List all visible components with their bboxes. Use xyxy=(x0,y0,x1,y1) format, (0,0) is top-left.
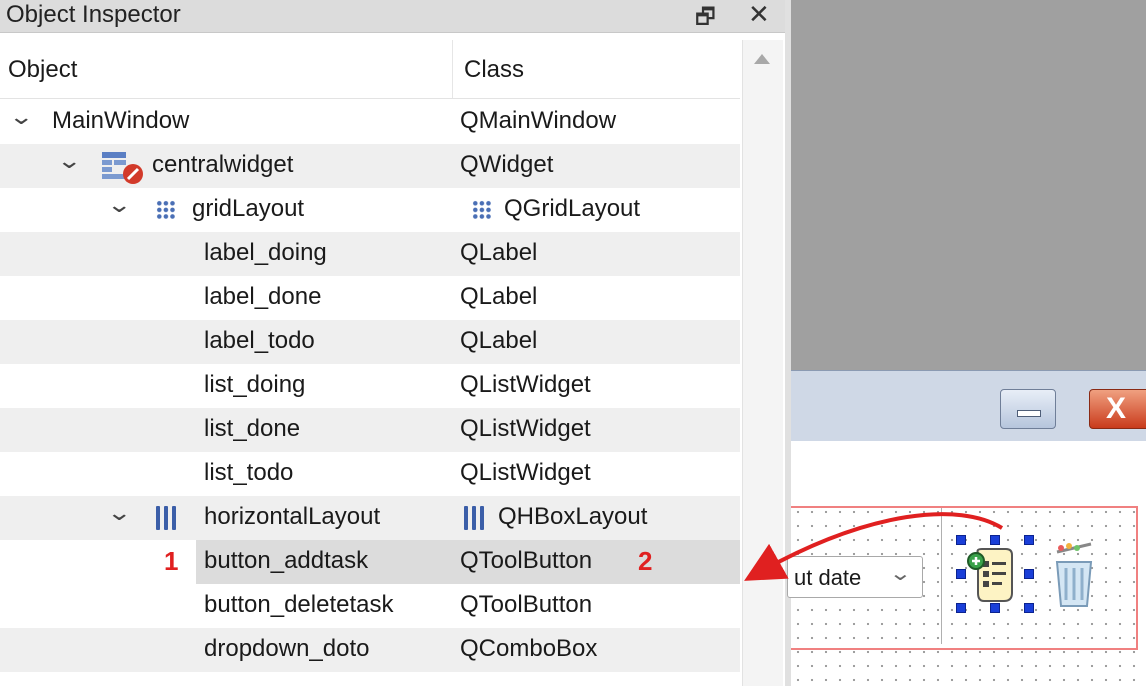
designer-background xyxy=(791,0,1146,370)
hbox-layout-icon xyxy=(464,506,486,530)
object-class: QListWidget xyxy=(460,371,591,398)
selection-handle[interactable] xyxy=(956,569,966,579)
expand-chevron-icon[interactable]: ⌄ xyxy=(56,148,82,174)
object-class: QListWidget xyxy=(460,459,591,486)
object-inspector-panel: Object Inspector 🗗 ✕ Object Class ⌄ Main… xyxy=(0,0,791,686)
selection-handle[interactable] xyxy=(990,603,1000,613)
object-class: QGridLayout xyxy=(504,195,641,222)
delete-task-tool-button[interactable] xyxy=(1049,542,1099,612)
selection-handle[interactable] xyxy=(990,535,1000,545)
object-class: QMainWindow xyxy=(460,107,617,134)
combo-current-text: ut date xyxy=(794,565,862,590)
expand-chevron-icon[interactable]: ⌄ xyxy=(106,500,132,526)
object-class: QLabel xyxy=(460,283,538,310)
object-name: MainWindow xyxy=(52,107,190,134)
tree-row-dropdown-doto[interactable]: dropdown_doto QComboBox xyxy=(0,628,740,672)
expand-chevron-icon[interactable]: ⌄ xyxy=(8,104,34,130)
object-name: button_addtask xyxy=(204,547,369,574)
minimize-button[interactable] xyxy=(1000,389,1056,429)
object-class: QLabel xyxy=(460,327,538,354)
annotation-marker-1: 1 xyxy=(164,546,179,576)
add-task-tool-button[interactable] xyxy=(956,535,1034,615)
object-name: label_doing xyxy=(204,239,327,266)
tree-row-centralwidget[interactable]: ⌄ centralwidget QWidget xyxy=(0,144,740,188)
tree-row[interactable]: label_done QLabel xyxy=(0,276,740,320)
form-window-body xyxy=(791,441,1146,505)
grid-layout-icon xyxy=(156,200,176,220)
tree-row[interactable]: list_todo QListWidget xyxy=(0,452,740,496)
object-class: QToolButton xyxy=(460,547,593,574)
layout-separator xyxy=(941,508,942,644)
object-class: QComboBox xyxy=(460,635,598,662)
object-name: horizontalLayout xyxy=(204,503,381,530)
object-class: QWidget xyxy=(460,151,554,178)
object-class: QLabel xyxy=(460,239,538,266)
object-name: label_done xyxy=(204,283,322,310)
grid-layout-icon xyxy=(472,200,492,220)
tree-row-horizontallayout[interactable]: ⌄ horizontalLayout QHBoxLayout xyxy=(0,496,740,540)
object-class: QListWidget xyxy=(460,415,591,442)
annotation-marker-2: 2 xyxy=(638,546,653,576)
object-class: QHBoxLayout xyxy=(498,503,648,530)
tree-header: Object Class xyxy=(0,40,740,99)
tree-row[interactable]: label_doing QLabel xyxy=(0,232,740,276)
selection-handle[interactable] xyxy=(956,535,966,545)
selection-handle[interactable] xyxy=(1024,535,1034,545)
object-name: dropdown_doto xyxy=(204,635,370,662)
expand-chevron-icon[interactable]: ⌄ xyxy=(106,192,132,218)
window-close-button[interactable]: X xyxy=(1089,389,1146,429)
tree-row-mainwindow[interactable]: ⌄ MainWindow QMainWindow xyxy=(0,100,740,144)
object-name: list_todo xyxy=(204,459,294,486)
selection-handle[interactable] xyxy=(956,603,966,613)
close-icon[interactable]: ✕ xyxy=(748,0,770,30)
column-header-object[interactable]: Object xyxy=(8,56,77,84)
tree-row-button-deletetask[interactable]: button_deletetask QToolButton xyxy=(0,584,740,628)
object-name: gridLayout xyxy=(192,195,305,222)
trash-icon xyxy=(1055,542,1093,607)
object-name: list_doing xyxy=(204,371,306,398)
central-widget-icon xyxy=(102,152,143,184)
tree-row-button-addtask[interactable]: 1 button_addtask QToolButton 2 xyxy=(0,540,740,584)
panel-title-bar: Object Inspector 🗗 ✕ xyxy=(0,0,790,33)
hbox-layout-icon xyxy=(156,506,178,530)
column-header-class[interactable]: Class xyxy=(464,56,524,84)
vertical-scrollbar[interactable] xyxy=(742,40,783,686)
tree-row[interactable]: list_doing QListWidget xyxy=(0,364,740,408)
object-name: label_todo xyxy=(204,327,315,354)
object-name: button_deletetask xyxy=(204,591,394,618)
column-divider[interactable] xyxy=(452,40,453,98)
object-class: QToolButton xyxy=(460,591,593,618)
panel-title: Object Inspector xyxy=(6,1,181,28)
tree-row[interactable]: label_todo QLabel xyxy=(0,320,740,364)
object-name: list_done xyxy=(204,415,301,442)
scroll-up-arrow-icon[interactable] xyxy=(754,54,770,64)
chevron-down-icon[interactable]: ⌄ xyxy=(889,561,912,586)
tree-row-gridlayout[interactable]: ⌄ gridLayout QGridLayout xyxy=(0,188,740,232)
tree-row[interactable]: list_done QListWidget xyxy=(0,408,740,452)
object-name: centralwidget xyxy=(152,151,294,178)
form-window-titlebar: X xyxy=(791,370,1146,441)
selection-handle[interactable] xyxy=(1024,569,1034,579)
form-designer-canvas: X ut date ⌄ xyxy=(787,0,1146,686)
dropdown-doto-combobox[interactable]: ut date ⌄ xyxy=(787,556,923,598)
float-icon[interactable]: 🗗 xyxy=(695,0,716,38)
selection-handle[interactable] xyxy=(1024,603,1034,613)
